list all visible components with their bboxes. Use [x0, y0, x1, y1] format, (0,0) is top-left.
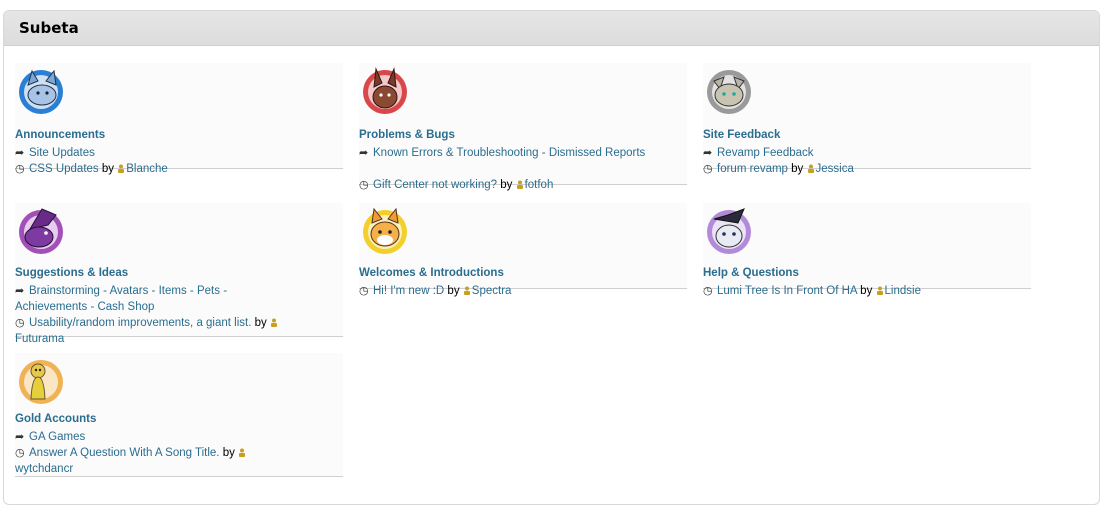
- forum-cell: Announcements ➦ Site Updates ◷ CSS Updates…: [15, 63, 343, 175]
- forum-name[interactable]: Suggestions & Ideas: [15, 267, 128, 279]
- subforum-list: ➦ Brainstorming - Avatars - Items - Pets …: [15, 285, 228, 313]
- user-link[interactable]: Futurama: [15, 333, 64, 345]
- by-label: by: [500, 179, 513, 191]
- forum-cell: Site Feedback ➦ Revamp Feedback ◷ forum re…: [703, 63, 1031, 175]
- user-icon: [516, 180, 523, 189]
- latest-post-link[interactable]: Usability/random improvements, a giant l…: [29, 317, 251, 329]
- user-icon: [270, 318, 277, 327]
- latest-post-link[interactable]: Answer A Question With A Song Title.: [29, 447, 220, 459]
- subforum-list: ➦ Site Updates: [15, 145, 335, 161]
- by-label: by: [101, 163, 115, 175]
- subforum-link[interactable]: Revamp Feedback: [717, 147, 814, 159]
- forum-cell: Suggestions & Ideas ➦ Brainstorming - Ava…: [15, 203, 343, 345]
- latest-post-link[interactable]: Hi! I'm new :D: [373, 285, 444, 297]
- clock-icon: ◷: [359, 285, 369, 297]
- subforum-list: ➦ GA Games: [15, 429, 335, 445]
- latest-post: ◷ Answer A Question With A Song Title. by…: [15, 445, 335, 477]
- by-label: by: [447, 285, 460, 297]
- subforum-link[interactable]: Cash Shop: [97, 301, 154, 313]
- user-link[interactable]: Jessica: [816, 163, 854, 175]
- panel-title: Subeta: [19, 19, 79, 37]
- clock-icon: ◷: [15, 447, 25, 459]
- latest-post-link[interactable]: Lumi Tree Is In Front Of HA: [717, 285, 857, 297]
- user-icon: [463, 286, 470, 295]
- subforum-link[interactable]: Pets: [197, 285, 220, 297]
- forum-cell: Problems & Bugs ➦ Known Errors & Troubles…: [359, 63, 687, 191]
- latest-post: ◷ Gift Center not working? by fotfoh: [359, 177, 679, 193]
- subforum-link[interactable]: GA Games: [29, 431, 85, 443]
- clock-icon: ◷: [15, 163, 25, 175]
- subforum-link[interactable]: Known Errors & Troubleshooting: [373, 147, 539, 159]
- forum-cell: Help & Questions ◷ Lumi Tree Is In Front …: [703, 203, 1031, 297]
- user-link[interactable]: Blanche: [126, 163, 168, 175]
- forum-cell: Gold Accounts ➦ GA Games ◷ Answer A Questi…: [15, 353, 343, 477]
- clock-icon: ◷: [703, 285, 713, 297]
- latest-post: ◷ CSS Updates by Blanche: [15, 161, 335, 177]
- subforum-link[interactable]: Brainstorming: [29, 285, 100, 297]
- by-label: by: [254, 317, 267, 329]
- latest-post-link[interactable]: Gift Center not working?: [373, 179, 497, 191]
- forum-avatar-icon[interactable]: [16, 65, 66, 115]
- clock-icon: ◷: [359, 179, 369, 191]
- user-link[interactable]: wytchdancr: [15, 463, 73, 475]
- forum-avatar-icon[interactable]: [360, 205, 410, 255]
- subforum-link[interactable]: Dismissed Reports: [549, 147, 646, 159]
- arrow-turn-icon: ➦: [359, 147, 369, 159]
- by-label: by: [860, 285, 873, 297]
- user-icon: [807, 164, 814, 173]
- latest-post: ◷ Usability/random improvements, a giant …: [15, 315, 335, 347]
- forum-panel: Subeta Announcements ➦ Site Updates ◷ CSS …: [3, 10, 1100, 505]
- subforum-link[interactable]: Avatars: [110, 285, 149, 297]
- user-link[interactable]: Spectra: [472, 285, 512, 297]
- forum-name[interactable]: Problems & Bugs: [359, 129, 455, 141]
- forum-name[interactable]: Site Feedback: [703, 129, 780, 141]
- by-label: by: [791, 163, 804, 175]
- clock-icon: ◷: [703, 163, 713, 175]
- forum-name[interactable]: Welcomes & Introductions: [359, 267, 504, 279]
- subforum-list: ➦ Known Errors & Troubleshooting - Dismis…: [359, 147, 646, 159]
- latest-post-link[interactable]: CSS Updates: [29, 163, 99, 175]
- subforum-link[interactable]: Achievements: [15, 301, 87, 313]
- latest-post-link[interactable]: forum revamp: [717, 163, 788, 175]
- forum-name[interactable]: Gold Accounts: [15, 413, 96, 425]
- forum-avatar-icon[interactable]: [360, 65, 410, 115]
- arrow-turn-icon: ➦: [15, 285, 25, 297]
- forum-name[interactable]: Announcements: [15, 129, 105, 141]
- panel-header: Subeta: [4, 11, 1099, 46]
- subforum-link[interactable]: Items: [159, 285, 187, 297]
- arrow-turn-icon: ➦: [703, 147, 713, 159]
- latest-post: ◷ Lumi Tree Is In Front Of HA by Lindsie: [703, 283, 1023, 299]
- clock-icon: ◷: [15, 317, 25, 329]
- latest-post: ◷ forum revamp by Jessica: [703, 161, 1023, 177]
- arrow-turn-icon: ➦: [15, 147, 25, 159]
- forum-avatar-icon[interactable]: [704, 205, 754, 255]
- user-link[interactable]: fotfoh: [525, 179, 554, 191]
- forum-avatar-icon[interactable]: [704, 65, 754, 115]
- forum-avatar-icon[interactable]: [16, 355, 66, 405]
- subforum-list: ➦ Revamp Feedback: [703, 145, 1023, 161]
- user-icon: [239, 448, 246, 457]
- arrow-turn-icon: ➦: [15, 431, 25, 443]
- user-icon: [876, 286, 883, 295]
- latest-post: ◷ Hi! I'm new :D by Spectra: [359, 283, 679, 299]
- by-label: by: [222, 447, 235, 459]
- user-icon: [118, 164, 125, 173]
- forum-avatar-icon[interactable]: [16, 205, 66, 255]
- forum-cell: Welcomes & Introductions ◷ Hi! I'm new :D…: [359, 203, 687, 297]
- forum-name[interactable]: Help & Questions: [703, 267, 799, 279]
- subforum-link[interactable]: Site Updates: [29, 147, 95, 159]
- user-link[interactable]: Lindsie: [885, 285, 921, 297]
